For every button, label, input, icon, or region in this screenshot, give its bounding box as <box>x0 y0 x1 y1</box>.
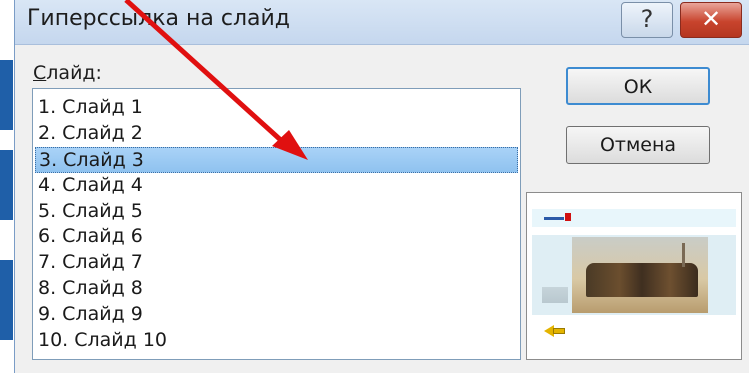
slide-list-label: Слайд: <box>33 62 102 84</box>
slide-list-item[interactable]: 8. Слайд 8 <box>35 276 518 302</box>
hyperlink-to-slide-dialog: Гиперссылка на слайд ? ✕ Слайд: 1. Слайд… <box>14 0 749 373</box>
slide-list-item[interactable]: 7. Слайд 7 <box>35 250 518 276</box>
thumbnail-back-arrow-icon <box>544 217 564 220</box>
slide-list-item[interactable]: 6. Слайд 6 <box>35 224 518 250</box>
slide-listbox[interactable]: 1. Слайд 1 2. Слайд 2 3. Слайд 3 4. Слайд 4… <box>32 88 521 360</box>
slide-list-item[interactable]: 1. Слайд 1 <box>35 95 518 121</box>
thumbnail-caption-block <box>542 287 568 303</box>
thumbnail-prev-arrow-tail <box>553 328 565 334</box>
slide-label-accelerator: С <box>33 62 47 84</box>
help-button[interactable]: ? <box>621 2 673 38</box>
slide-list-item[interactable]: 3. Слайд 3 <box>35 146 518 173</box>
dialog-title: Гиперссылка на слайд <box>27 6 290 31</box>
slide-list-item[interactable]: 9. Слайд 9 <box>35 302 518 328</box>
close-icon: ✕ <box>700 5 722 33</box>
background-strip-segment <box>0 150 13 220</box>
slide-list-item[interactable]: 4. Слайд 4 <box>35 173 518 199</box>
dialog-titlebar[interactable]: Гиперссылка на слайд ? ✕ <box>15 0 749 45</box>
slide-thumbnail <box>532 199 736 353</box>
slide-list-item[interactable]: 2. Слайд 2 <box>35 121 518 147</box>
background-strip-segment <box>0 260 13 340</box>
thumbnail-marker-icon <box>565 213 571 221</box>
thumbnail-figures-image <box>586 263 698 297</box>
help-icon: ? <box>640 5 654 33</box>
slide-label-text: лайд: <box>46 62 102 84</box>
background-strip-segment <box>0 60 13 130</box>
ok-button[interactable]: ОК <box>566 67 710 105</box>
cancel-button[interactable]: Отмена <box>566 126 710 164</box>
close-button[interactable]: ✕ <box>680 2 742 38</box>
slide-list-item[interactable]: 5. Слайд 5 <box>35 199 518 225</box>
thumbnail-mast-image <box>682 243 685 267</box>
background-window-edge <box>0 0 14 373</box>
slide-preview <box>526 192 742 360</box>
slide-list-item[interactable]: 10. Слайд 10 <box>35 328 518 354</box>
